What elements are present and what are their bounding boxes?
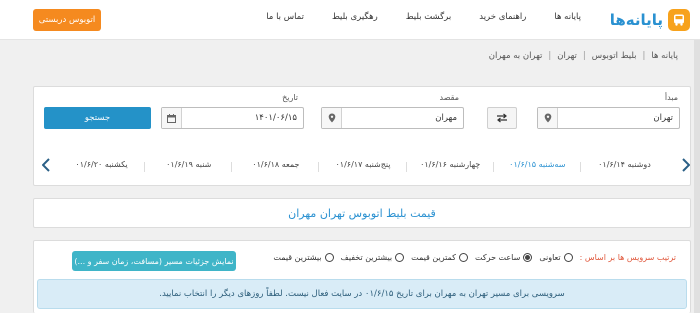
date-item[interactable]: پنج‌شنبه ۰۱/۶/۱۷: [319, 160, 407, 172]
sort-option-departure[interactable]: ساعت حرکت: [474, 253, 533, 262]
sort-option-label: تعاونی: [539, 253, 561, 262]
charter-bus-button[interactable]: اتوبوس دربستی: [33, 9, 101, 31]
nav-item-purchase-guide[interactable]: راهنمای خرید: [465, 12, 540, 22]
nav-item-track[interactable]: رهگیری بلیط: [318, 12, 392, 22]
breadcrumb-item-home[interactable]: پایانه ها: [651, 51, 678, 61]
results-panel: ترتیب سرویس ها بر اساس : تعاونی ساعت حرک…: [33, 240, 691, 313]
bus-logo-icon: [668, 9, 690, 31]
site-logo[interactable]: پایانه‌ها: [610, 8, 690, 32]
breadcrumb-separator: |: [642, 51, 646, 61]
date-label: تاریخ: [282, 93, 298, 102]
search-panel: مبدأ تهران مقصد مهران تاریخ ۱۴۰۱/۰۶/۱۵ ج…: [33, 86, 691, 186]
next-dates-arrow-icon[interactable]: [680, 157, 692, 173]
nav-item-refund[interactable]: برگشت بلیط: [392, 12, 466, 22]
nav-item-contact[interactable]: تماس با ما: [252, 12, 318, 22]
radio-icon: [324, 253, 334, 262]
page-title: قیمت بلیط اتوبوس تهران مهران: [288, 206, 436, 220]
sort-option-lowest-price[interactable]: کمترین قیمت: [411, 253, 468, 262]
sort-option-label: ساعت حرکت: [474, 253, 521, 262]
radio-selected-icon: [523, 253, 533, 262]
logo-text: پایانه‌ها: [609, 11, 663, 29]
date-item[interactable]: چهارشنبه ۰۱/۶/۱۶: [407, 160, 494, 172]
main-nav: پایانه ها راهنمای خرید برگشت بلیط رهگیری…: [252, 12, 595, 22]
search-button[interactable]: جستجو: [44, 107, 151, 129]
date-item-selected[interactable]: سه‌شنبه ۰۱/۶/۱۵: [494, 160, 582, 172]
sort-option-label: کمترین قیمت: [411, 253, 456, 262]
scrollbar[interactable]: [694, 40, 700, 313]
no-service-alert: سرویسی برای مسیر تهران به مهران برای تار…: [37, 279, 687, 309]
destination-field[interactable]: مهران: [321, 107, 464, 129]
radio-icon: [395, 253, 405, 262]
breadcrumb-item-current: تهران به مهران: [488, 51, 543, 61]
date-item[interactable]: یکشنبه ۰۱/۶/۲۰: [58, 160, 146, 172]
date-item[interactable]: شنبه ۰۱/۶/۱۹: [145, 160, 233, 172]
sort-option-highest-price[interactable]: بیشترین قیمت: [273, 253, 334, 262]
date-strip: دوشنبه ۰۱/۶/۱۴ سه‌شنبه ۰۱/۶/۱۵ چهارشنبه …: [58, 151, 668, 177]
sort-option-company[interactable]: تعاونی: [539, 253, 573, 262]
breadcrumb-separator: |: [582, 51, 586, 61]
calendar-icon: [162, 108, 182, 128]
breadcrumb: پایانه ها | بلیط اتوبوس | تهران | تهران …: [489, 51, 678, 61]
sort-option-discount[interactable]: بیشترین تخفیف: [341, 253, 405, 262]
route-details-button[interactable]: نمایش جزئیات مسیر (مسافت، زمان سفر و ...…: [72, 251, 236, 271]
swap-icon: [497, 113, 507, 123]
prev-dates-arrow-icon[interactable]: [40, 157, 52, 173]
nav-item-terminals[interactable]: پایانه ها: [540, 12, 595, 22]
top-header: پایانه‌ها پایانه ها راهنمای خرید برگشت ب…: [0, 0, 700, 40]
destination-label: مقصد: [439, 93, 459, 102]
date-item[interactable]: جمعه ۰۱/۶/۱۸: [232, 160, 320, 172]
destination-value: مهران: [435, 113, 457, 123]
page-title-box: قیمت بلیط اتوبوس تهران مهران: [33, 198, 691, 228]
swap-button[interactable]: [487, 107, 517, 129]
origin-field[interactable]: تهران: [537, 107, 680, 129]
breadcrumb-item-city[interactable]: تهران: [557, 51, 577, 61]
sort-option-label: بیشترین تخفیف: [340, 253, 393, 262]
alert-text: سرویسی برای مسیر تهران به مهران برای تار…: [159, 289, 565, 299]
sort-options: ترتیب سرویس ها بر اساس : تعاونی ساعت حرک…: [273, 253, 676, 262]
radio-icon: [458, 253, 468, 262]
map-pin-icon: [538, 108, 558, 128]
sort-option-label: بیشترین قیمت: [273, 253, 322, 262]
date-value: ۱۴۰۱/۰۶/۱۵: [254, 113, 297, 123]
map-pin-icon: [322, 108, 342, 128]
origin-value: تهران: [653, 113, 673, 123]
origin-label: مبدأ: [664, 93, 678, 102]
date-item[interactable]: دوشنبه ۰۱/۶/۱۴: [581, 160, 668, 169]
date-field[interactable]: ۱۴۰۱/۰۶/۱۵: [161, 107, 304, 129]
breadcrumb-separator: |: [548, 51, 552, 61]
radio-icon: [563, 253, 573, 262]
sort-label: ترتیب سرویس ها بر اساس :: [579, 253, 676, 262]
breadcrumb-item-bus-ticket[interactable]: بلیط اتوبوس: [592, 51, 637, 61]
